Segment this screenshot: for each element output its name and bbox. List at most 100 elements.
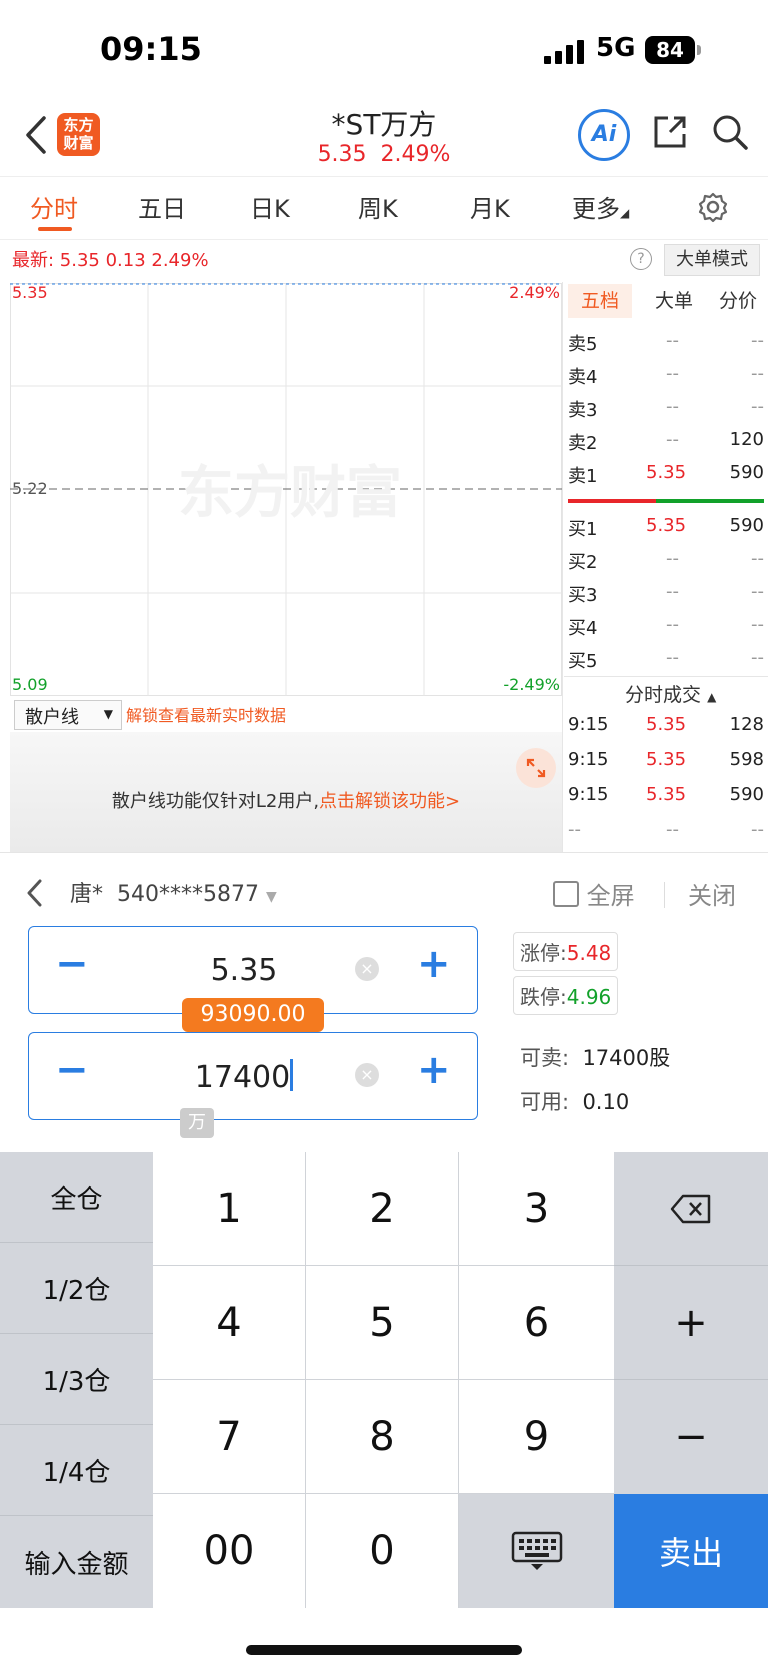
account-selector[interactable]: 唐* 540****5877 ▼: [70, 876, 277, 908]
key-full-position[interactable]: 全仓: [0, 1152, 153, 1243]
order-book-tabs: 五档 大单 分价: [564, 282, 768, 322]
level-price: 5.35: [646, 462, 687, 483]
ticks-title[interactable]: 分时成交 ▲: [625, 680, 716, 707]
price-minus-button[interactable]: −: [55, 941, 89, 987]
quantity-value[interactable]: 17400: [169, 1059, 319, 1095]
stock-change-pct: 2.49%: [380, 142, 451, 167]
big-order-mode-button[interactable]: 大单模式: [664, 244, 760, 276]
key-1[interactable]: 1: [153, 1152, 306, 1266]
divider: [664, 882, 665, 908]
tab-weekly-k[interactable]: 周K: [358, 189, 398, 224]
account-name: 唐*: [70, 882, 104, 907]
key-00[interactable]: 00: [153, 1494, 306, 1608]
active-tab-indicator: [38, 227, 72, 231]
quantity-plus-button[interactable]: +: [417, 1047, 451, 1093]
sellable-value: 17400股: [582, 1046, 671, 1070]
unlock-feature-link[interactable]: 点击解锁该功能>: [319, 791, 460, 812]
limit-up-tag: 涨停:5.48: [513, 932, 619, 971]
buy-row: 买2 -- --: [568, 548, 764, 578]
buy-sell-ratio-bar-sell: [568, 499, 656, 503]
fullscreen-button[interactable]: 全屏: [553, 876, 635, 911]
unlock-realtime-link[interactable]: 解锁查看最新实时数据: [126, 702, 286, 726]
tick-time: 9:15: [568, 749, 609, 770]
key-8[interactable]: 8: [306, 1380, 459, 1494]
keyboard-switch-icon[interactable]: [459, 1494, 614, 1608]
key-9[interactable]: 9: [459, 1380, 614, 1494]
search-icon[interactable]: [710, 112, 750, 152]
price-value[interactable]: 5.35: [169, 953, 319, 988]
key-half-position[interactable]: 1/2仓: [0, 1243, 153, 1334]
status-time: 09:15: [100, 30, 202, 68]
price-plus-button[interactable]: +: [417, 941, 451, 987]
y-axis-top: 5.35: [12, 283, 48, 302]
sell-row: 卖3 -- --: [568, 396, 764, 426]
key-4[interactable]: 4: [153, 1266, 306, 1380]
clear-price-icon[interactable]: ×: [355, 957, 379, 981]
buy-sell-ratio-bar-buy: [656, 499, 764, 503]
tab-price-dist[interactable]: 分价: [710, 284, 766, 318]
quantity-input[interactable]: − 17400 × +: [28, 1032, 478, 1120]
latest-quote: 最新: 5.35 0.13 2.49%: [12, 250, 209, 271]
battery-tip: [697, 45, 701, 55]
backspace-icon[interactable]: [614, 1152, 768, 1266]
key-plus[interactable]: +: [614, 1266, 768, 1380]
level-label: 买1: [568, 519, 598, 540]
key-0[interactable]: 0: [306, 1494, 459, 1608]
watermark: 东方财富: [178, 461, 402, 526]
sell-row: 卖5 -- --: [568, 330, 764, 360]
ai-button[interactable]: Ai: [578, 109, 630, 161]
tick-row: -- -- --: [568, 819, 764, 849]
share-icon[interactable]: [650, 112, 690, 152]
home-indicator[interactable]: [246, 1645, 522, 1655]
level-price: --: [666, 429, 679, 450]
retail-line-label: 散户线: [25, 707, 79, 728]
account-number: 540****5877: [117, 882, 259, 907]
tick-price: 5.35: [646, 714, 687, 735]
clear-quantity-icon[interactable]: ×: [355, 1063, 379, 1087]
quantity-minus-button[interactable]: −: [55, 1047, 89, 1093]
key-minus[interactable]: −: [614, 1380, 768, 1494]
level-volume: 590: [729, 462, 764, 483]
key-7[interactable]: 7: [153, 1380, 306, 1494]
tab-level5[interactable]: 五档: [568, 284, 632, 318]
available-row: 可用: 0.10: [520, 1086, 629, 1116]
level-label: 卖3: [568, 400, 598, 421]
level-label: 卖5: [568, 334, 598, 355]
settings-icon[interactable]: [697, 191, 729, 223]
limit-up-value[interactable]: 5.48: [567, 941, 612, 965]
account-back-icon[interactable]: [24, 876, 46, 910]
fullscreen-label: 全屏: [586, 882, 635, 910]
tab-intraday[interactable]: 分时: [30, 189, 78, 224]
text-cursor: [290, 1059, 294, 1091]
key-third-position[interactable]: 1/3仓: [0, 1334, 153, 1425]
key-2[interactable]: 2: [306, 1152, 459, 1266]
level-volume: 590: [729, 515, 764, 536]
level-volume: --: [751, 581, 764, 602]
level-label: 卖2: [568, 433, 598, 454]
key-5[interactable]: 5: [306, 1266, 459, 1380]
tab-monthly-k[interactable]: 月K: [470, 189, 510, 224]
tab-big-orders[interactable]: 大单: [646, 284, 702, 318]
tick-volume: 598: [729, 749, 764, 770]
ticks-title-label: 分时成交: [625, 684, 702, 706]
tick-price: 5.35: [646, 749, 687, 770]
help-icon[interactable]: ?: [630, 248, 652, 270]
expand-icon[interactable]: [516, 748, 556, 788]
level-label: 买2: [568, 552, 598, 573]
quantity-text: 17400: [194, 1060, 291, 1095]
tab-more-label: 更多: [572, 195, 620, 223]
limit-down-value[interactable]: 4.96: [567, 985, 612, 1009]
close-button[interactable]: 关闭: [688, 876, 736, 911]
level-volume: --: [751, 614, 764, 635]
level-label: 买5: [568, 651, 598, 672]
key-input-amount[interactable]: 输入金额: [0, 1516, 153, 1608]
key-6[interactable]: 6: [459, 1266, 614, 1380]
tab-five-day[interactable]: 五日: [138, 189, 186, 224]
key-3[interactable]: 3: [459, 1152, 614, 1266]
retail-line-dropdown[interactable]: 散户线 ▼: [14, 700, 122, 730]
sell-button[interactable]: 卖出: [614, 1494, 768, 1608]
tab-more[interactable]: 更多◢: [572, 189, 629, 224]
tab-daily-k[interactable]: 日K: [250, 189, 290, 224]
level-volume: 120: [729, 429, 764, 450]
key-quarter-position[interactable]: 1/4仓: [0, 1425, 153, 1516]
